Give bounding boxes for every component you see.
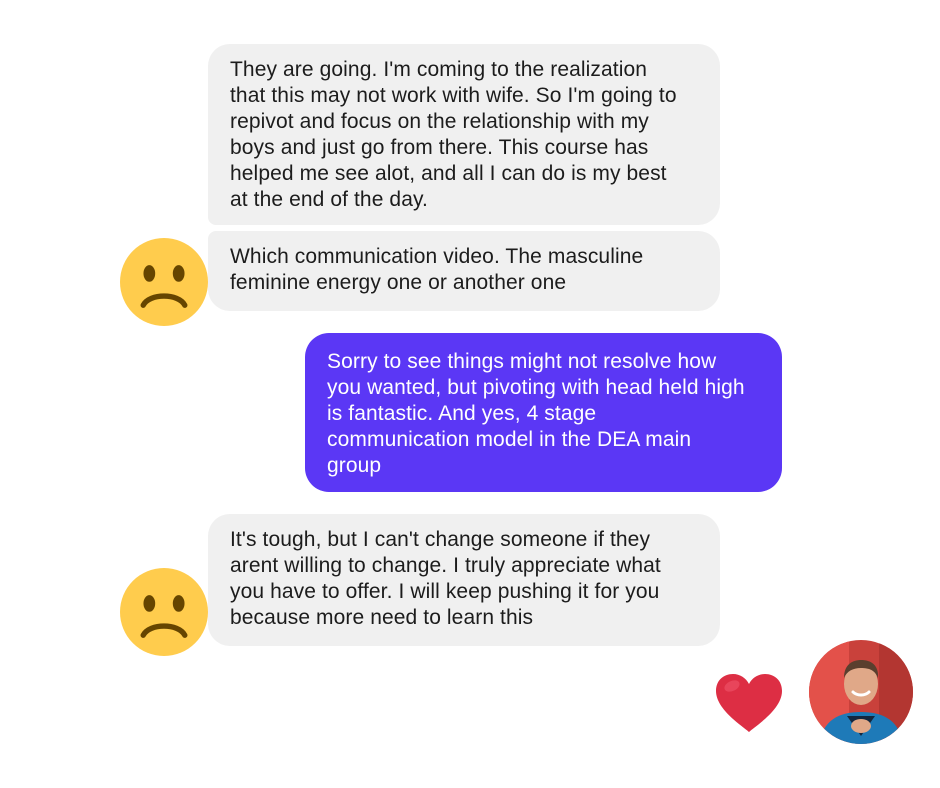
message-bubble-incoming[interactable]: They are going. I'm coming to the realiz… bbox=[208, 44, 720, 225]
message-bubble-incoming[interactable]: Which communication video. The masculine… bbox=[208, 231, 720, 311]
frowning-face-icon bbox=[120, 568, 208, 656]
message-bubble-outgoing[interactable]: Sorry to see things might not resolve ho… bbox=[305, 333, 782, 492]
red-heart-icon[interactable] bbox=[714, 672, 784, 734]
message-bubble-incoming[interactable]: It's tough, but I can't change someone i… bbox=[208, 514, 720, 646]
avatar[interactable] bbox=[809, 640, 913, 744]
frowning-face-icon bbox=[120, 238, 208, 326]
profile-photo bbox=[809, 640, 913, 744]
